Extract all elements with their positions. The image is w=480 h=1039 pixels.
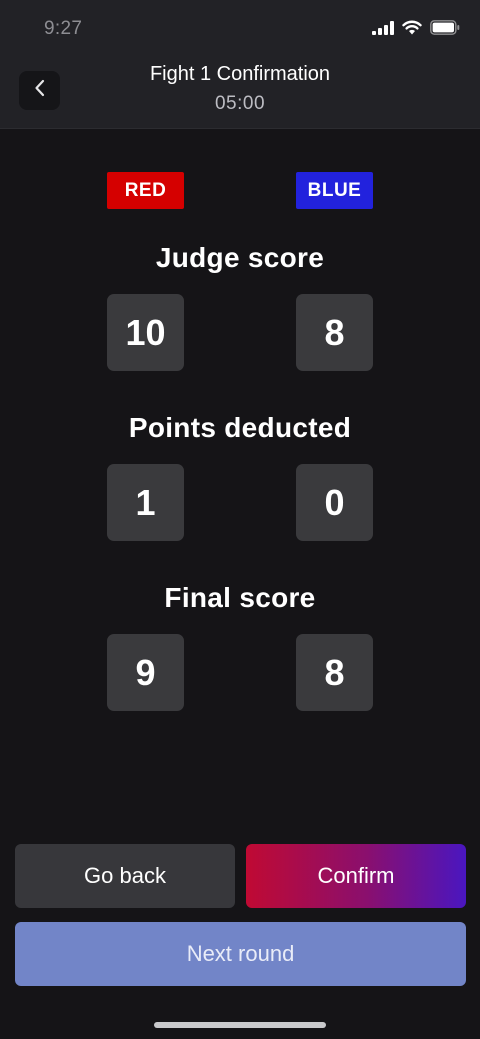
- blue-corner-badge: BLUE: [296, 172, 373, 209]
- fight-timer: 05:00: [214, 93, 266, 114]
- page-title: Fight 1 Confirmation: [149, 63, 331, 85]
- final-score-title: Final score: [164, 582, 316, 613]
- status-time: 9:27: [44, 18, 83, 39]
- home-indicator[interactable]: [154, 1022, 326, 1028]
- judge-score-blue: 8: [296, 294, 373, 371]
- judge-score-title: Judge score: [155, 242, 325, 273]
- points-deducted-red: 1: [107, 464, 184, 541]
- status-icons: [372, 20, 460, 40]
- points-deducted-blue: 0: [296, 464, 373, 541]
- final-score-red: 9: [107, 634, 184, 711]
- wifi-icon: [402, 20, 422, 40]
- next-round-button[interactable]: Next round: [15, 922, 466, 986]
- cellular-signal-icon: [372, 20, 394, 40]
- red-corner-badge: RED: [107, 172, 184, 209]
- go-back-button[interactable]: Go back: [15, 844, 235, 908]
- battery-icon: [430, 20, 460, 40]
- points-deducted-title: Points deducted: [128, 412, 352, 443]
- status-bar: 9:27: [0, 0, 480, 56]
- judge-score-red: 10: [107, 294, 184, 371]
- header: Fight 1 Confirmation 05:00: [0, 56, 480, 129]
- confirm-button[interactable]: Confirm: [246, 844, 466, 908]
- final-score-blue: 8: [296, 634, 373, 711]
